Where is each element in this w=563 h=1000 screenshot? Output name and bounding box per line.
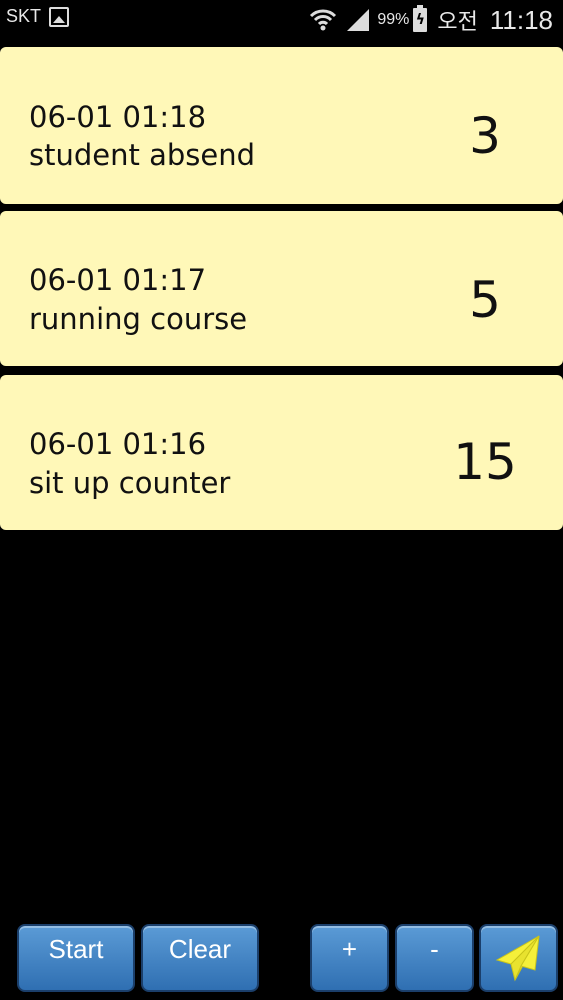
record-card[interactable]: 06-01 01:16 sit up counter 15 xyxy=(0,375,563,530)
signal-strength-icon xyxy=(347,9,370,31)
record-label: running course xyxy=(29,302,248,336)
record-label: student absend xyxy=(29,138,255,172)
start-button[interactable]: Start xyxy=(17,924,135,992)
status-bar: SKT 99% ϟ 오전 11:18 xyxy=(0,0,563,40)
decrement-button-label: - xyxy=(430,934,439,964)
clear-button[interactable]: Clear xyxy=(141,924,259,992)
decrement-button[interactable]: - xyxy=(395,924,474,992)
ampm-label: 오전 xyxy=(437,10,478,35)
clock-time: 11:18 xyxy=(489,4,553,35)
status-left: SKT xyxy=(6,6,70,27)
carrier-label: SKT xyxy=(6,6,42,26)
battery-percent: 99% xyxy=(377,11,410,28)
record-card[interactable]: 06-01 01:18 student absend 3 xyxy=(0,47,563,204)
status-right: 99% ϟ 오전 11:18 xyxy=(309,2,553,38)
record-count: 15 xyxy=(453,433,517,491)
wifi-icon xyxy=(310,9,337,31)
start-button-label: Start xyxy=(48,934,104,964)
app-screen: SKT 99% ϟ 오전 11:18 06-01 01:18 student a… xyxy=(0,0,563,1000)
clear-button-label: Clear xyxy=(168,934,232,964)
image-notification-icon xyxy=(49,6,70,27)
paper-plane-icon xyxy=(495,935,539,982)
record-card[interactable]: 06-01 01:17 running course 5 xyxy=(0,211,563,366)
increment-button-label: + xyxy=(341,934,358,964)
record-time: 06-01 01:17 xyxy=(29,263,207,297)
record-count: 3 xyxy=(469,107,501,165)
battery-charging-icon: ϟ xyxy=(413,5,428,32)
send-button[interactable] xyxy=(479,924,558,992)
record-time: 06-01 01:18 xyxy=(29,100,207,134)
increment-button[interactable]: + xyxy=(310,924,389,992)
record-label: sit up counter xyxy=(29,466,231,500)
record-time: 06-01 01:16 xyxy=(29,427,207,461)
record-count: 5 xyxy=(469,271,501,329)
